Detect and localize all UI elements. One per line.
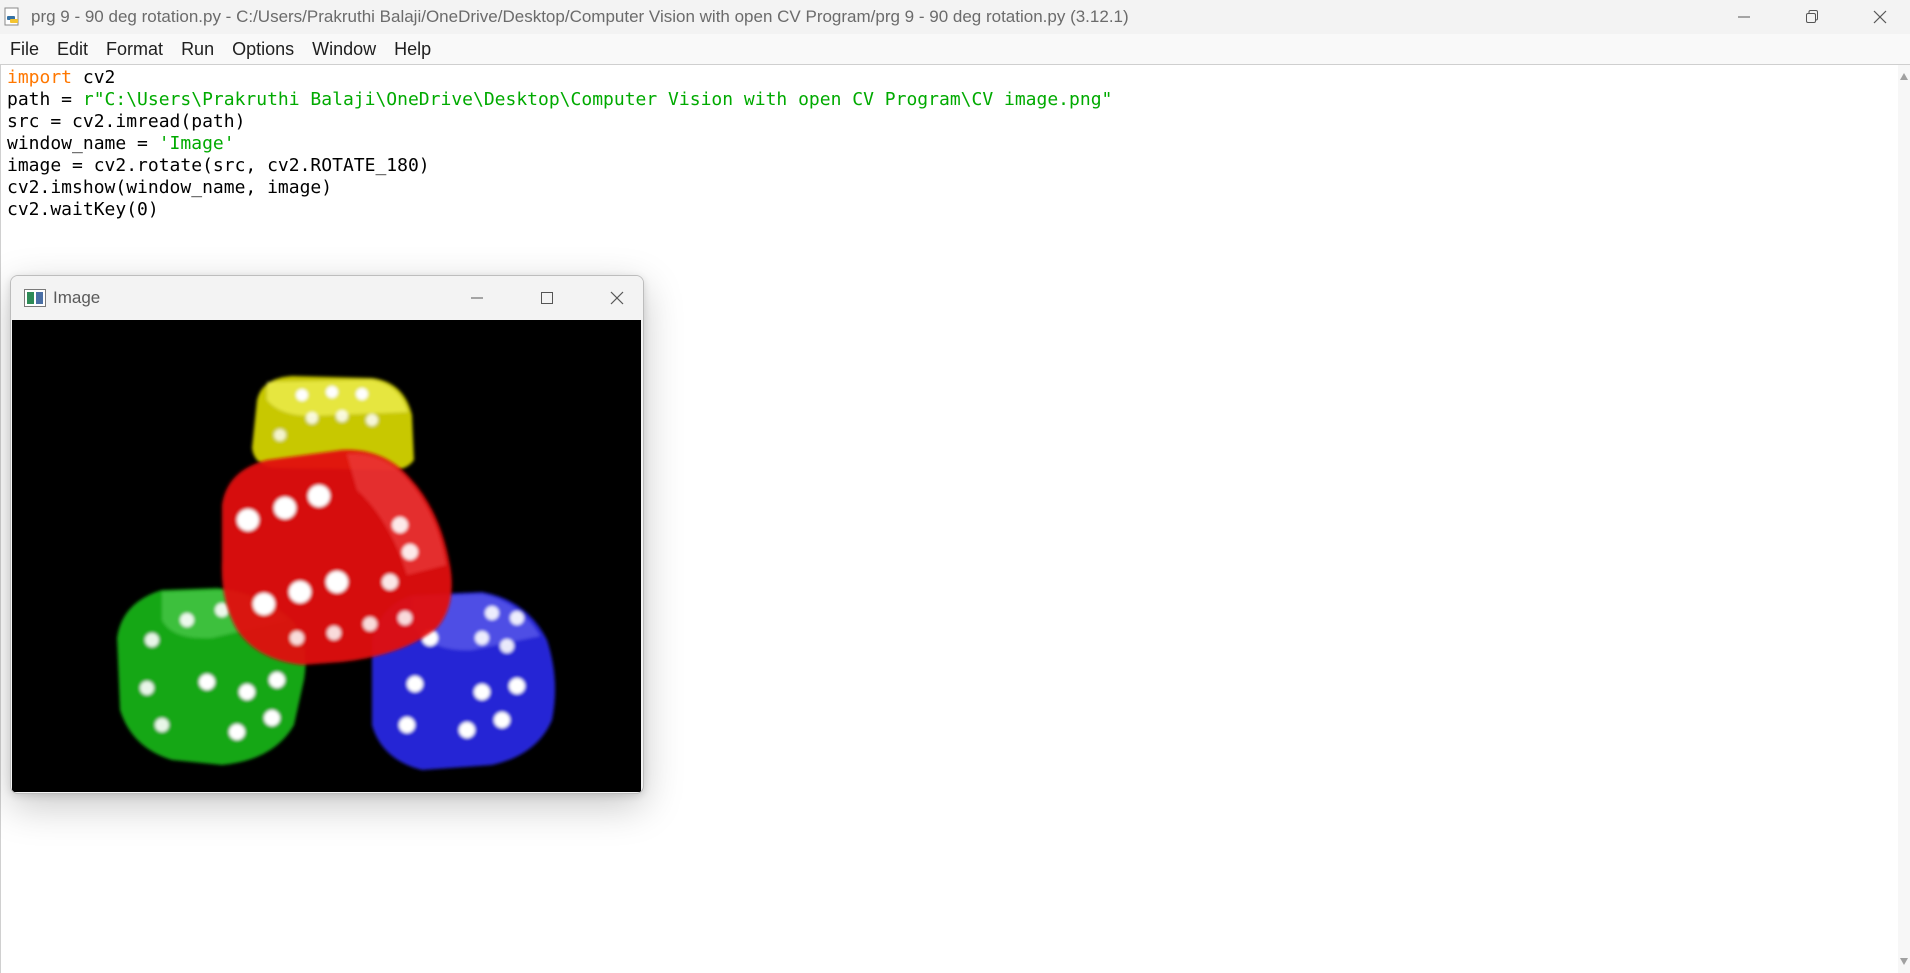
menu-file[interactable]: File bbox=[0, 34, 48, 64]
dice-picture bbox=[117, 376, 556, 770]
menu-window[interactable]: Window bbox=[303, 34, 385, 64]
code-line-3: src = cv2.imread(path) bbox=[7, 111, 246, 132]
close-icon bbox=[1873, 10, 1887, 24]
title-bar: prg 9 - 90 deg rotation.py - C:/Users/Pr… bbox=[0, 0, 1910, 34]
opencv-image-window[interactable]: Image bbox=[10, 275, 644, 794]
restore-icon bbox=[1806, 10, 1818, 23]
close-button[interactable] bbox=[1850, 0, 1910, 34]
window-title: prg 9 - 90 deg rotation.py - C:/Users/Pr… bbox=[31, 7, 1129, 26]
string-literal: r"C:\Users\Prakruthi Balaji\OneDrive\Des… bbox=[82, 89, 1113, 110]
maximize-icon bbox=[541, 292, 553, 304]
image-close-button[interactable] bbox=[587, 276, 643, 320]
code-text[interactable]: import cv2 path = r"C:\Users\Prakruthi B… bbox=[7, 67, 1112, 221]
scroll-down-icon[interactable] bbox=[1900, 958, 1908, 965]
code-line-5: image = cv2.rotate(src, cv2.ROTATE_180) bbox=[7, 155, 430, 176]
code-line-6: cv2.imshow(window_name, image) bbox=[7, 177, 333, 198]
image-minimize-button[interactable] bbox=[447, 276, 507, 320]
vertical-scrollbar[interactable] bbox=[1898, 65, 1910, 973]
minimize-button[interactable] bbox=[1714, 0, 1774, 34]
string-literal: 'Image' bbox=[158, 133, 235, 154]
code-line-2: path = r"C:\Users\Prakruthi Balaji\OneDr… bbox=[7, 89, 1113, 110]
rotated-dice-image bbox=[12, 320, 641, 792]
idle-editor-window: prg 9 - 90 deg rotation.py - C:/Users/Pr… bbox=[0, 0, 1910, 973]
menu-run[interactable]: Run bbox=[172, 34, 223, 64]
menu-edit[interactable]: Edit bbox=[48, 34, 97, 64]
close-icon bbox=[610, 291, 624, 305]
code-line-1: import cv2 bbox=[7, 67, 116, 88]
image-maximize-button[interactable] bbox=[517, 276, 577, 320]
menu-format[interactable]: Format bbox=[97, 34, 172, 64]
red-die bbox=[221, 449, 452, 665]
code-line-7: cv2.waitKey(0) bbox=[7, 199, 159, 220]
minimize-icon bbox=[1738, 16, 1750, 18]
menu-help[interactable]: Help bbox=[385, 34, 440, 64]
menu-bar: File Edit Format Run Options Window Help bbox=[0, 34, 1910, 65]
keyword-import: import bbox=[7, 67, 73, 88]
minimize-icon bbox=[471, 297, 483, 299]
image-window-title: Image bbox=[53, 288, 101, 307]
python-file-icon bbox=[4, 7, 19, 26]
opencv-window-icon bbox=[24, 289, 46, 307]
scroll-up-icon[interactable] bbox=[1900, 73, 1908, 80]
restore-button[interactable] bbox=[1782, 0, 1842, 34]
menu-options[interactable]: Options bbox=[223, 34, 303, 64]
image-window-title-bar[interactable]: Image bbox=[11, 276, 643, 320]
code-line-4: window_name = 'Image' bbox=[7, 133, 235, 154]
